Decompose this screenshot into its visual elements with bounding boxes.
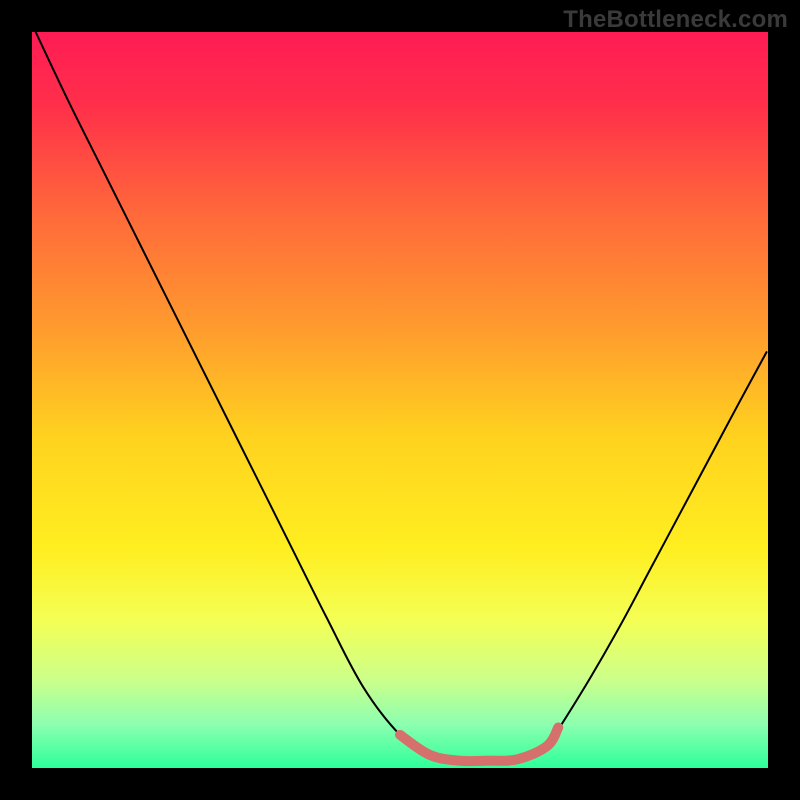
- plot-area: [32, 32, 768, 768]
- watermark-text: TheBottleneck.com: [563, 6, 788, 34]
- gradient-background: [32, 32, 768, 768]
- chart-svg: [32, 32, 768, 768]
- chart-frame: TheBottleneck.com: [0, 0, 800, 800]
